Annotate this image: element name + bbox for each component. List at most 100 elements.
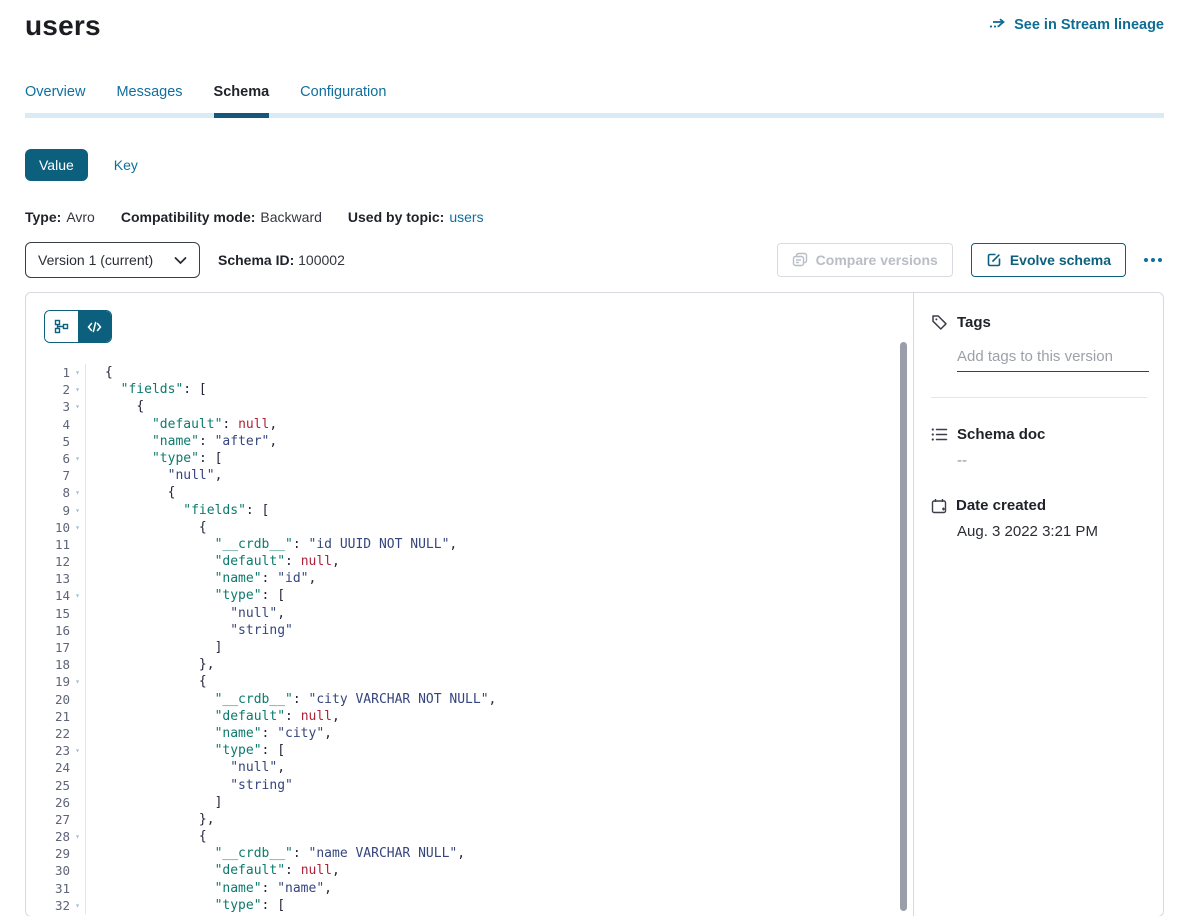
- fold-arrow-icon[interactable]: ▾: [70, 828, 85, 845]
- code-text: {: [86, 398, 144, 415]
- tab-underline-track: [25, 113, 1164, 118]
- compatibility-value: Backward: [260, 209, 321, 225]
- code-text: "type": [: [86, 742, 285, 759]
- line-number: 4: [26, 416, 70, 433]
- type-label: Type:: [25, 209, 61, 225]
- code-line: 27 },: [26, 811, 913, 828]
- code-text: "type": [: [86, 897, 285, 914]
- code-view-icon: [87, 321, 102, 333]
- code-text: "string": [86, 777, 293, 794]
- code-line: 12 "default": null,: [26, 553, 913, 570]
- tree-view-button[interactable]: [45, 311, 78, 342]
- fold-arrow-icon[interactable]: ▾: [70, 450, 85, 467]
- used-by-topic-link[interactable]: users: [449, 209, 483, 225]
- fold-gutter: [70, 433, 85, 450]
- fold-gutter: [70, 536, 85, 553]
- code-line: 15 "null",: [26, 605, 913, 622]
- fold-gutter: [70, 416, 85, 433]
- evolve-schema-button[interactable]: Evolve schema: [971, 243, 1126, 277]
- code-line: 8▾ {: [26, 484, 913, 501]
- evolve-schema-label: Evolve schema: [1010, 252, 1111, 268]
- schema-sidebar: Tags Schema do: [914, 293, 1163, 916]
- fold-gutter: [70, 656, 85, 673]
- code-line: 10▾ {: [26, 519, 913, 536]
- tab-configuration[interactable]: Configuration: [300, 84, 386, 118]
- compare-versions-icon: [792, 252, 808, 268]
- line-number: 31: [26, 880, 70, 897]
- code-text: "string": [86, 622, 293, 639]
- code-text: "name": "name",: [86, 880, 332, 897]
- line-number: 24: [26, 759, 70, 776]
- line-number: 5: [26, 433, 70, 450]
- code-line: 22 "name": "city",: [26, 725, 913, 742]
- line-number: 29: [26, 845, 70, 862]
- code-view-button[interactable]: [78, 311, 111, 342]
- ellipsis-icon: [1144, 258, 1148, 262]
- fold-arrow-icon[interactable]: ▾: [70, 484, 85, 501]
- code-text: {: [86, 828, 207, 845]
- code-lines: 1▾{2▾ "fields": [3▾ {4 "default": null,5…: [26, 364, 913, 914]
- line-number: 32: [26, 897, 70, 914]
- code-text: ]: [86, 639, 222, 656]
- schema-metadata: Type: Avro Compatibility mode: Backward …: [25, 209, 1164, 225]
- value-toggle-button[interactable]: Value: [25, 149, 88, 181]
- more-options-button[interactable]: [1142, 252, 1164, 268]
- code-text: },: [86, 811, 215, 828]
- fold-arrow-icon[interactable]: ▾: [70, 381, 85, 398]
- fold-arrow-icon[interactable]: ▾: [70, 364, 85, 381]
- code-text: "name": "id",: [86, 570, 316, 587]
- fold-gutter: [70, 794, 85, 811]
- fold-gutter: [70, 708, 85, 725]
- calendar-icon: [931, 498, 947, 514]
- tag-icon: [931, 314, 948, 331]
- fold-arrow-icon[interactable]: ▾: [70, 502, 85, 519]
- code-line: 7 "null",: [26, 467, 913, 484]
- fold-gutter: [70, 622, 85, 639]
- meta-compatibility: Compatibility mode: Backward: [121, 209, 322, 225]
- fold-arrow-icon[interactable]: ▾: [70, 587, 85, 604]
- fold-gutter: [70, 553, 85, 570]
- line-number: 18: [26, 656, 70, 673]
- line-number: 3: [26, 398, 70, 415]
- fold-gutter: [70, 880, 85, 897]
- code-text: "type": [: [86, 587, 285, 604]
- code-line: 31 "name": "name",: [26, 880, 913, 897]
- schema-doc-value: --: [957, 452, 1147, 469]
- fold-arrow-icon[interactable]: ▾: [70, 398, 85, 415]
- used-by-topic-label: Used by topic:: [348, 209, 444, 225]
- header: users See in Stream lineage: [25, 0, 1164, 42]
- line-number: 27: [26, 811, 70, 828]
- line-number: 23: [26, 742, 70, 759]
- fold-arrow-icon[interactable]: ▾: [70, 673, 85, 690]
- code-line: 19▾ {: [26, 673, 913, 690]
- tree-view-icon: [54, 319, 69, 334]
- tab-schema[interactable]: Schema: [214, 84, 270, 118]
- fold-arrow-icon[interactable]: ▾: [70, 742, 85, 759]
- tags-title: Tags: [957, 314, 991, 331]
- code-text: ]: [86, 794, 222, 811]
- stream-lineage-link[interactable]: See in Stream lineage: [989, 17, 1164, 33]
- code-text: "fields": [: [86, 502, 269, 519]
- tab-overview[interactable]: Overview: [25, 84, 85, 118]
- code-text: "__crdb__": "name VARCHAR NULL",: [86, 845, 465, 862]
- code-line: 24 "null",: [26, 759, 913, 776]
- code-text: "null",: [86, 605, 285, 622]
- compatibility-label: Compatibility mode:: [121, 209, 256, 225]
- code-line: 4 "default": null,: [26, 416, 913, 433]
- fold-gutter: [70, 725, 85, 742]
- code-line: 2▾ "fields": [: [26, 381, 913, 398]
- line-number: 21: [26, 708, 70, 725]
- line-number: 20: [26, 691, 70, 708]
- fold-arrow-icon[interactable]: ▾: [70, 519, 85, 536]
- key-toggle-button[interactable]: Key: [114, 157, 138, 173]
- line-number: 13: [26, 570, 70, 587]
- version-select[interactable]: Version 1 (current): [25, 242, 200, 278]
- compare-versions-button[interactable]: Compare versions: [777, 243, 953, 277]
- line-number: 14: [26, 587, 70, 604]
- add-tags-input[interactable]: [957, 346, 1149, 372]
- fold-arrow-icon[interactable]: ▾: [70, 897, 85, 914]
- tab-messages[interactable]: Messages: [116, 84, 182, 118]
- code-line: 6▾ "type": [: [26, 450, 913, 467]
- schema-id-label: Schema ID:: [218, 252, 294, 268]
- editor-scrollbar[interactable]: [900, 342, 907, 911]
